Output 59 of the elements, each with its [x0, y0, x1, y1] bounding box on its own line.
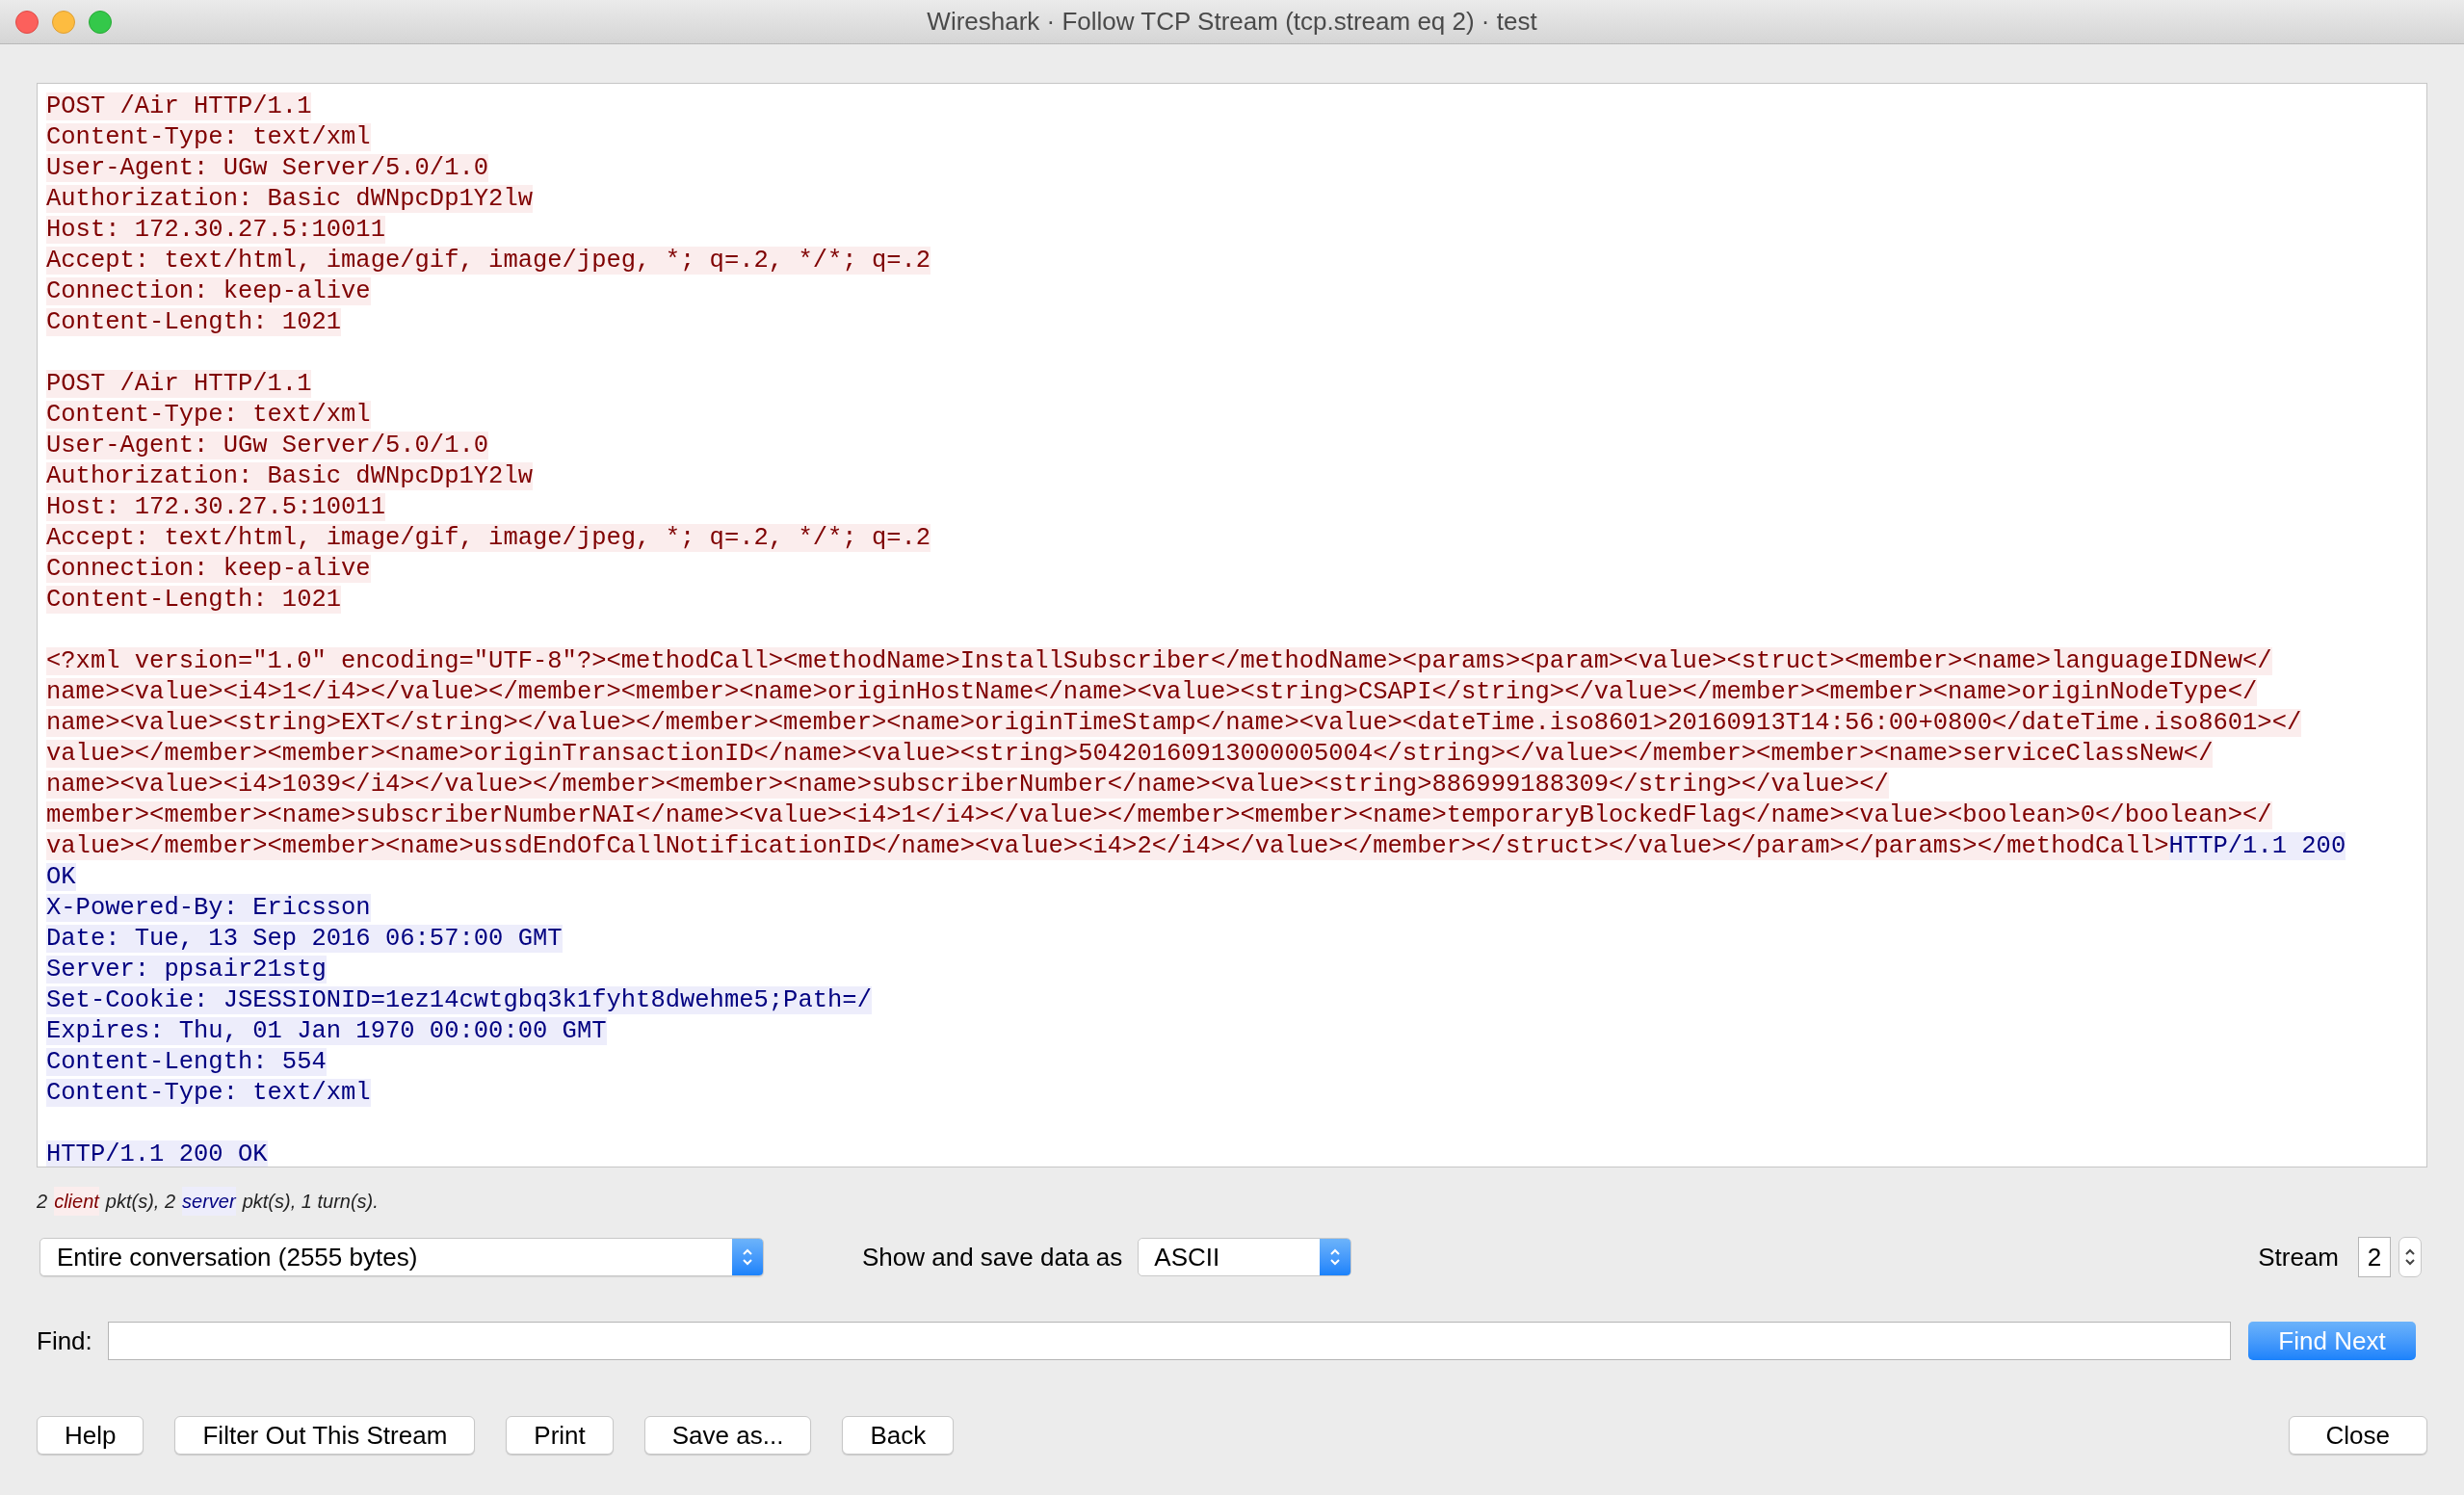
stepper-arrows-icon	[741, 1246, 754, 1268]
stream-text: Accept: text/html, image/gif, image/jpeg, *; q=.2, */*; q=.2	[46, 524, 931, 552]
stream-text: POST /Air HTTP/1.1	[46, 92, 312, 120]
stream-text: Content-Length: 554	[46, 1048, 327, 1076]
find-field[interactable]	[107, 1322, 2231, 1360]
stream-text: Server: ppsair21stg	[46, 956, 327, 984]
format-label: Show and save data as	[862, 1241, 1123, 1273]
summary-text: 2	[37, 1190, 48, 1214]
stream-text: value></member><member><name>originTransactionID</name><value><string>50420160913000005004</string></value></member><member><name>serviceClassNew</	[46, 740, 2214, 768]
dialog-button[interactable]: Back	[842, 1416, 955, 1455]
stream-text: OK	[46, 863, 76, 891]
minimize-window-icon[interactable]	[52, 10, 75, 34]
stream-text: name><value><i4>1</i4></value></member><member><name>originHostName</name><value><string>CSAPI</string></value></member><member><name>originNodeType</	[46, 678, 2258, 706]
stream-text: name><value><i4>1039</i4></value></member><member><name>subscriberNumber</name><value><string>886999188309</string></value></	[46, 771, 1889, 799]
stepper-arrows-icon	[1328, 1246, 1343, 1268]
close-window-icon[interactable]	[15, 10, 39, 34]
stream-stepper[interactable]	[2398, 1237, 2422, 1277]
stream-label: Stream	[2258, 1241, 2339, 1273]
stream-text: Connection: keep-alive	[46, 277, 371, 305]
stream-text: X-Powered-By: Ericsson	[46, 894, 371, 922]
dialog-button[interactable]: Print	[506, 1416, 614, 1455]
stream-text: Date: Tue, 13 Sep 2016 06:57:00 GMT	[46, 925, 563, 953]
stream-text: Content-Length: 1021	[46, 586, 342, 614]
conversation-select[interactable]: Entire conversation (2555 bytes)	[39, 1238, 764, 1276]
summary-side-label: client	[54, 1187, 99, 1216]
stream-text: HTTP/1.1 200 OK	[46, 1141, 268, 1167]
dialog-button[interactable]: Help	[37, 1416, 144, 1455]
stream-text: User-Agent: UGw Server/5.0/1.0	[46, 154, 489, 182]
stream-text: Host: 172.30.27.5:10011	[46, 493, 385, 521]
dialog-button[interactable]: Filter Out This Stream	[174, 1416, 476, 1455]
zoom-window-icon[interactable]	[89, 10, 112, 34]
find-label: Find:	[37, 1325, 92, 1357]
stream-text: name><value><string>EXT</string></value></member><member><name>originTimeStamp</name><value><dateTime.iso8601>20160913T14:56:00+0800</dateTime.iso8601></	[46, 709, 2302, 737]
stream-text: User-Agent: UGw Server/5.0/1.0	[46, 432, 489, 459]
stream-number-field[interactable]: 2	[2358, 1237, 2391, 1277]
stream-text: Content-Type: text/xml	[46, 1079, 371, 1107]
stream-text: POST /Air HTTP/1.1	[46, 370, 312, 398]
dialog-button[interactable]: Save as...	[643, 1416, 812, 1455]
stream-text: HTTP/1.1 200	[2168, 832, 2346, 860]
stream-text: Expires: Thu, 01 Jan 1970 00:00:00 GMT	[46, 1017, 607, 1045]
summary-text: pkt(s), 2	[105, 1190, 176, 1214]
format-select[interactable]: ASCII	[1138, 1238, 1352, 1276]
stream-text: Authorization: Basic dWNpcDp1Y2lw	[46, 185, 533, 213]
stream-text: Authorization: Basic dWNpcDp1Y2lw	[46, 462, 533, 490]
stream-text: Content-Type: text/xml	[46, 401, 371, 429]
window-title: Wireshark · Follow TCP Stream (tcp.stream eq 2) · test	[927, 6, 1537, 38]
summary-side-label: server	[182, 1187, 236, 1216]
close-button[interactable]: Close	[2288, 1416, 2427, 1455]
stream-text: value></member><member><name>ussdEndOfCallNotificationID</name><value><i4>2</i4></value></member></struct></value></param></params></methodCall>	[46, 832, 2169, 860]
stream-text: Content-Length: 1021	[46, 308, 342, 336]
stream-text: member><member><name>subscriberNumberNAI</name><value><i4>1</i4></value></member><member><name>temporaryBlockedFlag</name><value><boolean>0</boolean></	[46, 801, 2272, 829]
stream-text: Set-Cookie: JSESSIONID=1ez14cwtgbq3k1fyht8dwehme5;Path=/	[46, 986, 872, 1014]
summary-text: pkt(s), 1 turn(s).	[242, 1190, 379, 1214]
stream-text: <?xml version="1.0" encoding="UTF-8"?><methodCall><methodName>InstallSubscriber</methodName><params><param><value><struct><member><name>languageIDNew</	[46, 647, 2272, 675]
stream-text: Connection: keep-alive	[46, 555, 371, 583]
stepper-arrows-icon	[2403, 1246, 2417, 1268]
stream-text: Host: 172.30.27.5:10011	[46, 216, 385, 244]
stream-text: Accept: text/html, image/gif, image/jpeg, *; q=.2, */*; q=.2	[46, 247, 931, 275]
stream-text: Content-Type: text/xml	[46, 123, 371, 151]
